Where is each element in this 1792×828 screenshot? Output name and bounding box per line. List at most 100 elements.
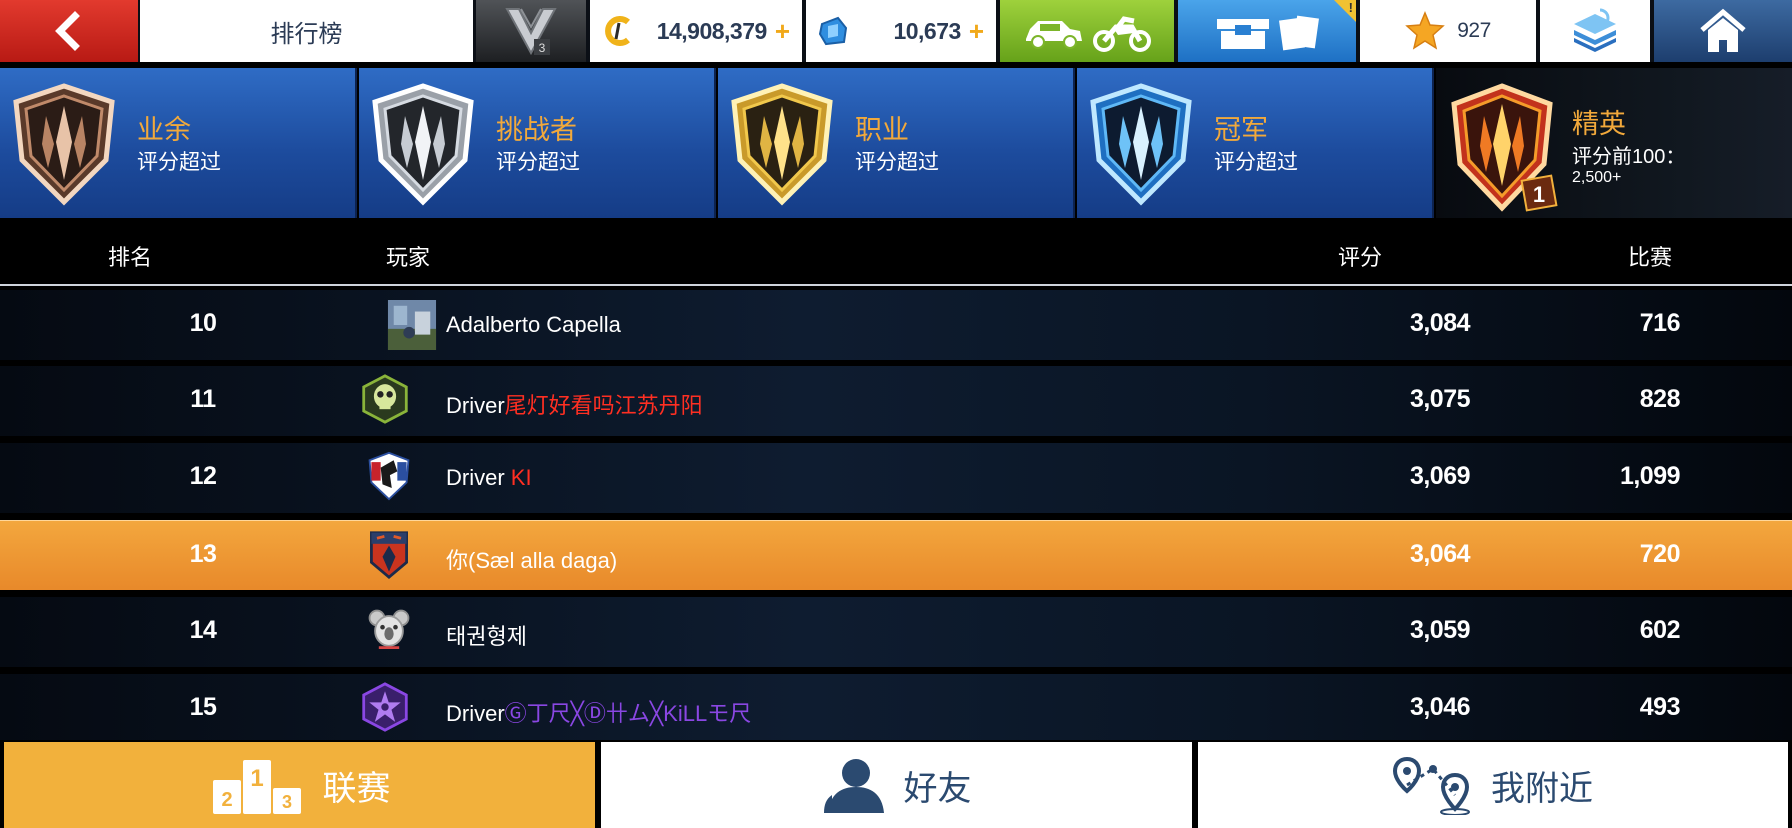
- row-races: 493: [1639, 693, 1681, 721]
- svg-text:2: 2: [221, 789, 232, 811]
- back-button[interactable]: [0, 0, 138, 62]
- league-threshold: 2,500+: [1572, 169, 1622, 186]
- league-requirement: 评分前100：: [1572, 146, 1686, 168]
- blue-shield-icon: [1090, 83, 1192, 206]
- crest-avatar-icon: [370, 531, 408, 579]
- league-tier-challenger[interactable]: 挑战者 评分超过: [359, 68, 716, 218]
- player-name: Driver KI: [446, 465, 532, 490]
- add-credits-icon[interactable]: +: [775, 16, 790, 47]
- row-rank: 13: [189, 540, 217, 568]
- tokens-display[interactable]: 10,673 +: [806, 0, 996, 62]
- league-requirement: 评分超过: [855, 151, 939, 174]
- table-row[interactable]: 10 Adalberto Capella 3,084 716: [0, 290, 1792, 360]
- friend-person-icon: [823, 759, 884, 813]
- card-packs-icon: [1217, 15, 1319, 51]
- row-score: 3,046: [1409, 693, 1471, 721]
- row-score: 3,064: [1409, 540, 1471, 568]
- add-tokens-icon[interactable]: +: [969, 16, 984, 47]
- player-name: DriverⒼ丁尺╳Ⓓ卄ム╳KiLLモ尺: [446, 701, 752, 726]
- vip-rank-icon: 3: [505, 8, 557, 56]
- credits-display[interactable]: 14,908,379 +: [590, 0, 802, 62]
- row-rank: 11: [190, 385, 216, 413]
- row-races: 828: [1639, 385, 1681, 413]
- tab-label: 联赛: [322, 769, 391, 808]
- league-name: 职业: [855, 115, 909, 145]
- leaderboard-list[interactable]: 10 Adalberto Capella 3,084 716 11 Driver…: [0, 290, 1792, 740]
- table-row[interactable]: 12 Driver KI 3,069 1,099: [0, 443, 1792, 513]
- vip-rank-button[interactable]: 3: [476, 0, 586, 62]
- player-name: Driver尾灯好看吗江苏丹阳: [446, 393, 703, 418]
- svg-text:3: 3: [539, 41, 546, 55]
- col-races: 比赛: [1628, 245, 1673, 270]
- gold-shield-icon: [731, 83, 833, 206]
- row-races: 1,099: [1619, 462, 1681, 490]
- layers-icon: [1574, 8, 1616, 52]
- row-score: 3,059: [1409, 616, 1471, 644]
- bronze-shield-icon: [13, 83, 115, 206]
- stars-count: 927: [1457, 19, 1491, 42]
- credits-amount: 14,908,379: [656, 17, 768, 44]
- eagle-shield-avatar-icon: [368, 451, 410, 501]
- player-name: 태권형제: [446, 624, 527, 649]
- row-races: 602: [1639, 616, 1681, 644]
- col-score: 评分: [1338, 245, 1383, 270]
- new-items-badge: !: [1334, 0, 1356, 22]
- row-rank: 12: [189, 462, 217, 490]
- league-tier-champion[interactable]: 冠军 评分超过: [1077, 68, 1434, 218]
- location-pins-icon: [1393, 756, 1470, 815]
- page-title: 排行榜: [140, 0, 473, 62]
- league-tier-pro[interactable]: 职业 评分超过: [718, 68, 1075, 218]
- credits-coin-icon: [605, 16, 630, 46]
- row-rank: 10: [189, 309, 217, 337]
- row-score: 3,084: [1409, 309, 1471, 337]
- row-rank: 14: [189, 616, 217, 644]
- home-button[interactable]: [1654, 0, 1792, 62]
- svg-text:3: 3: [281, 792, 291, 812]
- back-arrow-icon: [55, 11, 80, 51]
- layers-button[interactable]: [1540, 0, 1650, 62]
- svg-text:1: 1: [1533, 182, 1545, 207]
- table-row-current-player[interactable]: 13 你(Sæl alla daga) 3,064 720: [0, 520, 1792, 590]
- col-player: 玩家: [386, 245, 431, 270]
- tab-friends[interactable]: 好友: [601, 742, 1192, 828]
- card-packs-button[interactable]: !: [1178, 0, 1356, 62]
- leaderboard-header: 排名 玩家 评分 比赛: [0, 224, 1792, 286]
- table-row[interactable]: 11 Driver尾灯好看吗江苏丹阳 3,075 828: [0, 366, 1792, 436]
- top-bar: 排行榜 3 14,908,379 + 10,673 + ! 927: [0, 0, 1792, 62]
- player-photo-avatar: [387, 300, 437, 350]
- tab-label: 好友: [903, 769, 972, 808]
- purple-star-avatar-icon: [362, 682, 408, 732]
- player-name: 你(Sæl alla daga): [446, 548, 618, 573]
- home-icon: [1700, 8, 1746, 52]
- league-requirement: 评分超过: [496, 151, 580, 174]
- row-rank: 15: [189, 693, 217, 721]
- podium-icon: 2 1 3: [212, 760, 301, 814]
- elite-shield-icon: 1: [1451, 83, 1558, 212]
- bottom-tab-bar: 2 1 3 联赛 好友 我附近: [0, 740, 1792, 828]
- league-requirement: 评分超过: [137, 151, 221, 174]
- star-icon: [1405, 11, 1446, 50]
- tab-league[interactable]: 2 1 3 联赛: [4, 742, 595, 828]
- tab-label: 我附近: [1491, 769, 1593, 808]
- row-races: 716: [1639, 309, 1681, 337]
- skull-avatar-icon: [362, 374, 408, 424]
- league-name: 精英: [1572, 109, 1626, 139]
- row-score: 3,069: [1409, 462, 1471, 490]
- row-score: 3,075: [1409, 385, 1471, 413]
- player-name: Adalberto Capella: [446, 312, 621, 337]
- tokens-amount: 10,673: [893, 17, 961, 44]
- garage-button[interactable]: [1000, 0, 1174, 62]
- table-row[interactable]: 15 DriverⒼ丁尺╳Ⓓ卄ム╳KiLLモ尺 3,046 493: [0, 674, 1792, 740]
- koala-avatar-icon: [368, 609, 410, 649]
- league-tier-bar: 业余 评分超过 挑战者 评分超过 职业 评分超过 冠军 评分超过 1 精英 评分…: [0, 68, 1792, 218]
- league-name: 业余: [137, 115, 191, 145]
- tab-nearby[interactable]: 我附近: [1198, 742, 1788, 828]
- league-tier-elite[interactable]: 1 精英 评分前100： 2,500+: [1436, 68, 1792, 218]
- league-name: 冠军: [1214, 115, 1268, 145]
- league-tier-amateur[interactable]: 业余 评分超过: [0, 68, 357, 218]
- stars-display[interactable]: 927: [1360, 0, 1536, 62]
- svg-text:1: 1: [250, 765, 263, 792]
- table-row[interactable]: 14 태권형제 3,059 602: [0, 597, 1792, 667]
- car-motorbike-icon: [1026, 16, 1151, 52]
- row-races: 720: [1639, 540, 1681, 568]
